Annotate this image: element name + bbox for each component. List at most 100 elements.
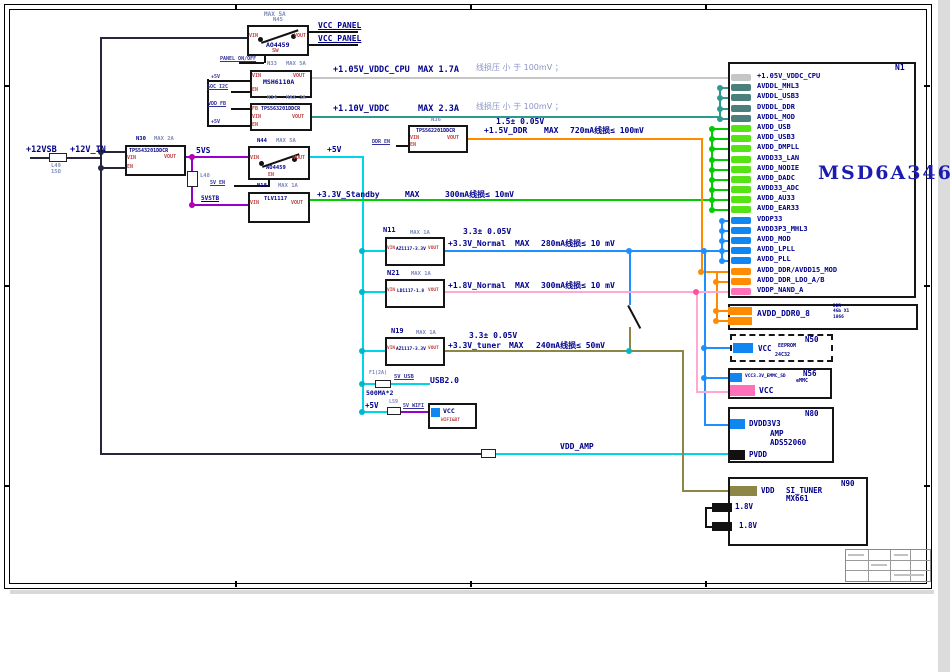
net-12vsb: +12VSB [26, 146, 57, 155]
chip-pin-label: AVDD_MOD [757, 236, 791, 243]
net-panel-onoff: PANEL_ON/OFF [220, 57, 256, 62]
n50-vcc-pin [733, 343, 753, 353]
wire [704, 347, 732, 349]
n90-18v-pin-b [712, 522, 732, 531]
border-tick [705, 4, 707, 10]
junction-dot [709, 177, 715, 183]
junction-dot [693, 289, 699, 295]
n56-ref: N56 [803, 370, 817, 378]
wire [704, 424, 729, 426]
wire [396, 145, 408, 147]
border-tick [924, 85, 930, 87]
rail-tuner-tol: 3.3± 0.05V [469, 332, 517, 340]
chip-pin [731, 227, 751, 234]
n36-pin-en: EN [410, 143, 416, 148]
wifi-vcc-pin [431, 408, 440, 417]
junction-dot [701, 345, 707, 351]
wire [186, 156, 248, 158]
wire [696, 391, 731, 393]
chip-pin-label: AVDD33_ADC [757, 185, 799, 192]
wire [309, 31, 358, 33]
junction-dot [359, 348, 365, 354]
junction-dot [359, 289, 365, 295]
wire [231, 91, 250, 93]
el [894, 554, 908, 556]
wire [310, 156, 364, 158]
rail-stb-max: MAX [405, 191, 419, 199]
n19-pin-vout: VOUT [428, 347, 439, 352]
n18-pin-vin: VIN [250, 201, 259, 206]
chip-pin [731, 268, 751, 275]
wire [696, 291, 698, 393]
ddr-pin-label: AVDD_DDR0_8 [757, 310, 810, 318]
chip-pin [731, 278, 751, 285]
n33-pin-vin: VIN [252, 74, 261, 79]
l49-val: 15Ω [51, 170, 61, 176]
chip-pin [731, 288, 751, 295]
junction-dot [709, 136, 715, 142]
rail-vddc-note: 线损压 小 于 100mV ； [476, 103, 563, 111]
chip-pin-label: AVDD_LPLL [757, 246, 795, 253]
n44-pin-en: EN [268, 173, 274, 178]
wire [362, 411, 387, 413]
el [910, 550, 911, 581]
junction-dot [717, 95, 723, 101]
junction-dot [709, 126, 715, 132]
wire [207, 80, 250, 82]
chip-pin-label: AVDD_NODIE [757, 165, 799, 172]
chip-pin-label: AVDD_DADC [757, 175, 795, 182]
amp-resistor [481, 449, 496, 458]
border-tick [470, 4, 472, 10]
wire [445, 250, 723, 252]
n11-pin-vin: VIN [387, 247, 395, 252]
n11-max: MAX 1A [410, 231, 430, 237]
wire [30, 157, 49, 159]
wire [309, 44, 358, 46]
junction-dot [719, 228, 725, 234]
n56-pin2-label: VCC [759, 387, 773, 395]
junction-dot [713, 308, 719, 314]
border-tick [4, 485, 10, 487]
n33-pin-en: EN [252, 88, 258, 93]
rail-33v-name: +3.3V_Normal [448, 240, 506, 248]
n44-ref: N44 [257, 139, 267, 145]
wire [704, 250, 706, 426]
n56-info: eMMC [796, 379, 808, 384]
junction-dot [189, 202, 195, 208]
net-5v-wifi-src: +5V [365, 402, 379, 410]
rail-33v-max: MAX [515, 240, 529, 248]
n50-info-1: EEPROM [778, 344, 796, 349]
n56-pin1-label: VCC3.3V_EMMC_SD [745, 375, 786, 380]
wire [100, 453, 481, 455]
wire [362, 291, 385, 293]
junction-dot [189, 154, 195, 160]
net-soc-i2c: SOC_I2C [207, 85, 228, 90]
el [868, 550, 869, 581]
chip-pin-label: AVDD3P3_MHL3 [757, 226, 808, 233]
n80-pvdd-pin [730, 450, 745, 460]
net-5v: +5V [327, 146, 341, 154]
rail-ddr-max: MAX [544, 127, 558, 135]
junction-dot [709, 146, 715, 152]
border-tick [235, 4, 237, 10]
l59-ref: L59 [389, 400, 398, 405]
net-n34-en: +5V [211, 120, 220, 125]
junction-dot [709, 157, 715, 163]
n36-pin-vin: VIN [410, 136, 419, 141]
n44-max: MAX 5A [276, 139, 296, 145]
wire [100, 37, 247, 39]
chip-name: MSD6A346 [818, 164, 950, 183]
n80-pin2-label: PVDD [749, 451, 767, 459]
n80-dvdd-pin [730, 419, 745, 429]
border-tick [705, 581, 707, 587]
n34-pin-vout: VOUT [292, 115, 304, 120]
chip-pin [731, 247, 751, 254]
n11-ref: N11 [383, 227, 396, 234]
n21-part: LD1117-1.8 [397, 290, 424, 295]
n80-ref: N80 [805, 410, 819, 418]
border-tick [4, 85, 10, 87]
chip-pin-label: AVDDL_MHL3 [757, 83, 799, 90]
n18-max: MAX 1A [278, 184, 298, 190]
el [890, 550, 891, 581]
n90-vdd-pin [730, 486, 757, 496]
